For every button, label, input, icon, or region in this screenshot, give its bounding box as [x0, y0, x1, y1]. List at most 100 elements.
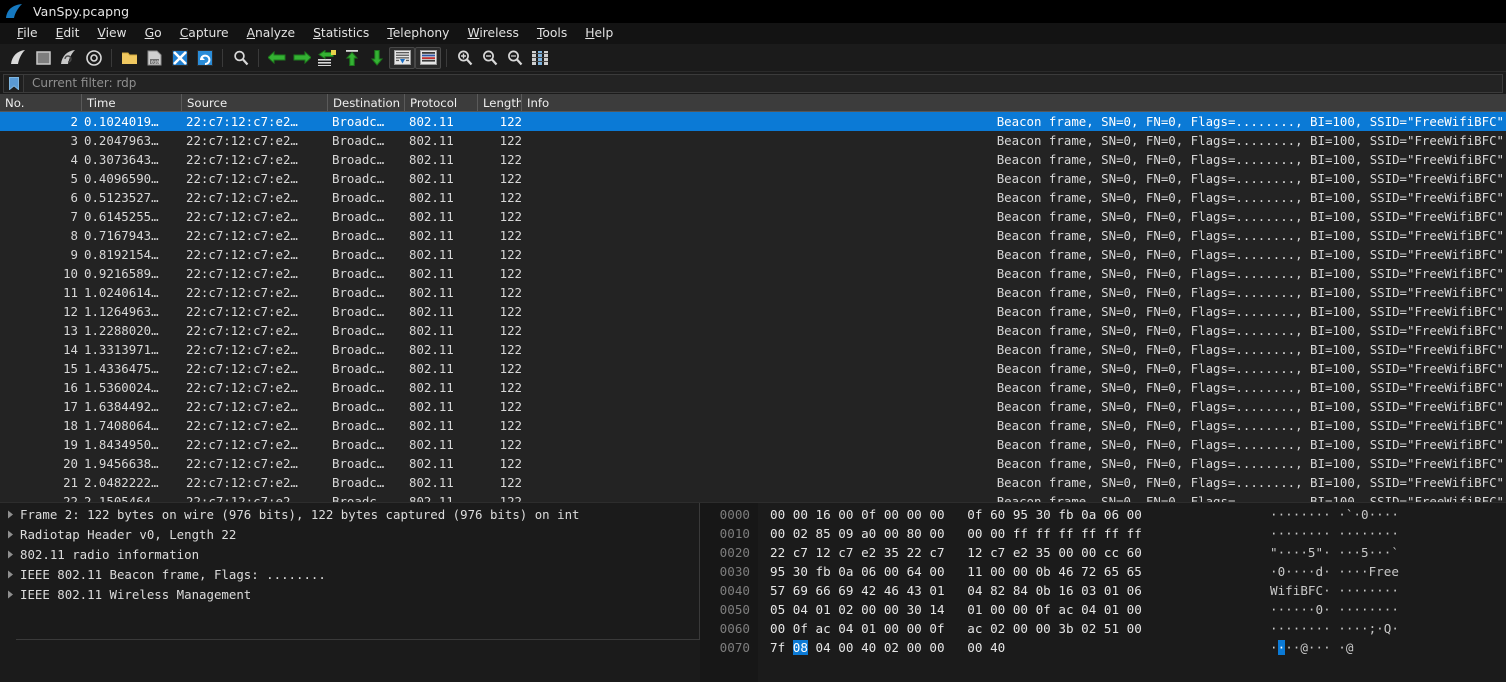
detail-tree-item[interactable]: IEEE 802.11 Wireless Management: [16, 584, 699, 604]
detail-tree-item[interactable]: 802.11 radio information: [16, 544, 699, 564]
table-row[interactable]: 22 2.1505464… 22:c7:12:c7:e2… Broadc… 802.11…: [0, 492, 1506, 502]
table-row[interactable]: 12 1.1264963… 22:c7:12:c7:e2… Broadc… 802.11…: [0, 302, 1506, 321]
column-header-time[interactable]: Time: [82, 94, 182, 111]
table-row[interactable]: 14 1.3313971… 22:c7:12:c7:e2… Broadc… 802.11…: [0, 340, 1506, 359]
go-forward-icon[interactable]: [289, 46, 314, 70]
packet-protocol-cell: 802.11: [409, 209, 454, 224]
go-back-icon[interactable]: [264, 46, 289, 70]
zoom-in-icon[interactable]: [452, 46, 477, 70]
hex-row[interactable]: 00 0f ac 04 01 00 00 0f ac 02 00 00 3b 0…: [758, 619, 1506, 638]
menu-analyze-label: nalyze: [255, 26, 296, 40]
packet-length-cell: 122: [499, 342, 522, 357]
column-header-no[interactable]: No.: [0, 94, 82, 111]
find-packet-icon[interactable]: [228, 46, 253, 70]
go-to-last-icon[interactable]: [364, 46, 389, 70]
hex-row[interactable]: 05 04 01 02 00 00 30 14 01 00 00 0f ac 0…: [758, 600, 1506, 619]
column-header-destination[interactable]: Destination: [328, 94, 405, 111]
zoom-out-icon[interactable]: [477, 46, 502, 70]
column-header-source[interactable]: Source: [182, 94, 328, 111]
packet-info-cell: Beacon frame, SN=0, FN=0, Flags=........…: [996, 456, 1504, 471]
menu-statistics[interactable]: Statistics: [304, 23, 378, 44]
column-header-protocol[interactable]: Protocol: [405, 94, 478, 111]
detail-tree-item[interactable]: Radiotap Header v0, Length 22: [16, 524, 699, 544]
hex-byte: 51: [1103, 621, 1120, 636]
hex-row[interactable]: 7f 08 04 00 40 02 00 00 00 40 ····@··· ·@: [758, 638, 1506, 657]
packet-destination-cell: Broadc…: [332, 361, 385, 376]
chevron-right-icon[interactable]: [4, 544, 16, 564]
packet-destination-cell: Broadc…: [332, 323, 385, 338]
hex-row[interactable]: 57 69 66 69 42 46 43 01 04 82 84 0b 16 0…: [758, 581, 1506, 600]
table-row[interactable]: 15 1.4336475… 22:c7:12:c7:e2… Broadc… 802.11…: [0, 359, 1506, 378]
open-file-icon[interactable]: [117, 46, 142, 70]
table-row[interactable]: 11 1.0240614… 22:c7:12:c7:e2… Broadc… 802.11…: [0, 283, 1506, 302]
detail-tree-item[interactable]: Frame 2: 122 bytes on wire (976 bits), 1…: [16, 504, 699, 524]
packet-time-cell: 1.4336475…: [84, 361, 159, 376]
table-row[interactable]: 13 1.2288020… 22:c7:12:c7:e2… Broadc… 802.11…: [0, 321, 1506, 340]
table-row[interactable]: 18 1.7408064… 22:c7:12:c7:e2… Broadc… 802.11…: [0, 416, 1506, 435]
table-row[interactable]: 9 0.8192154… 22:c7:12:c7:e2… Broadc… 802.11 1…: [0, 245, 1506, 264]
go-to-first-icon[interactable]: [339, 46, 364, 70]
colorize-icon[interactable]: [415, 46, 441, 69]
reload-file-icon[interactable]: [192, 46, 217, 70]
display-filter-input[interactable]: [23, 73, 1503, 93]
save-file-icon[interactable]: 010: [142, 46, 167, 70]
chevron-right-icon[interactable]: [4, 504, 16, 524]
menu-file[interactable]: File: [8, 23, 47, 44]
detail-tree-label: 802.11 radio information: [20, 546, 200, 562]
hex-byte: 00: [770, 507, 786, 522]
zoom-reset-icon[interactable]: [502, 46, 527, 70]
table-row[interactable]: 10 0.9216589… 22:c7:12:c7:e2… Broadc… 802.11…: [0, 264, 1506, 283]
auto-scroll-icon[interactable]: [389, 46, 415, 69]
menu-telephony[interactable]: Telephony: [378, 23, 458, 44]
menu-edit[interactable]: Edit: [47, 23, 89, 44]
hex-row[interactable]: 22 c7 12 c7 e2 35 22 c7 12 c7 e2 35 00 0…: [758, 543, 1506, 562]
table-row[interactable]: 17 1.6384492… 22:c7:12:c7:e2… Broadc… 802.11…: [0, 397, 1506, 416]
hex-row[interactable]: 00 02 85 09 a0 00 80 00 00 00 ff ff ff f…: [758, 524, 1506, 543]
menu-go-label: o: [154, 26, 162, 40]
capture-options-icon[interactable]: [81, 46, 106, 70]
chevron-right-icon[interactable]: [4, 584, 16, 604]
hex-offset-value: 0060: [719, 621, 750, 636]
detail-tree-item[interactable]: IEEE 802.11 Beacon frame, Flags: .......…: [16, 564, 699, 584]
chevron-right-icon[interactable]: [4, 564, 16, 584]
go-to-packet-icon[interactable]: [314, 46, 339, 70]
table-row[interactable]: 19 1.8434950… 22:c7:12:c7:e2… Broadc… 802.11…: [0, 435, 1506, 454]
close-file-icon[interactable]: [167, 46, 192, 70]
column-header-info[interactable]: Info: [522, 94, 1506, 111]
packet-detail-pane[interactable]: Frame 2: 122 bytes on wire (976 bits), 1…: [0, 502, 700, 682]
table-row[interactable]: 21 2.0482222… 22:c7:12:c7:e2… Broadc… 802.11…: [0, 473, 1506, 492]
table-row[interactable]: 6 0.5123527… 22:c7:12:c7:e2… Broadc… 802.11 1…: [0, 188, 1506, 207]
resize-columns-icon[interactable]: [527, 46, 552, 70]
menu-go[interactable]: Go: [136, 23, 171, 44]
bookmark-icon[interactable]: [3, 73, 23, 93]
start-capture-icon[interactable]: [6, 46, 31, 70]
menu-wireless-label: ireless: [479, 26, 519, 40]
menu-wireless[interactable]: Wireless: [458, 23, 527, 44]
menu-capture[interactable]: Capture: [171, 23, 238, 44]
chevron-right-icon[interactable]: [4, 524, 16, 544]
table-row[interactable]: 2 0.1024019… 22:c7:12:c7:e2… Broadc… 802.11 1…: [0, 112, 1506, 131]
hex-row[interactable]: 00 00 16 00 0f 00 00 00 0f 60 95 30 fb 0…: [758, 505, 1506, 524]
menu-tools[interactable]: Tools: [528, 23, 576, 44]
hex-offset: 0070: [700, 638, 758, 657]
restart-capture-icon[interactable]: [56, 46, 81, 70]
hex-row[interactable]: 95 30 fb 0a 06 00 64 00 11 00 00 0b 46 7…: [758, 562, 1506, 581]
table-row[interactable]: 4 0.3073643… 22:c7:12:c7:e2… Broadc… 802.11 1…: [0, 150, 1506, 169]
column-header-length[interactable]: Length: [478, 94, 522, 111]
table-row[interactable]: 16 1.5360024… 22:c7:12:c7:e2… Broadc… 802.11…: [0, 378, 1506, 397]
table-row[interactable]: 3 0.2047963… 22:c7:12:c7:e2… Broadc… 802.11 1…: [0, 131, 1506, 150]
menu-help[interactable]: Help: [576, 23, 622, 44]
menu-view[interactable]: View: [88, 23, 135, 44]
table-row[interactable]: 8 0.7167943… 22:c7:12:c7:e2… Broadc… 802.11 1…: [0, 226, 1506, 245]
hex-byte: 04: [792, 602, 808, 617]
table-row[interactable]: 7 0.6145255… 22:c7:12:c7:e2… Broadc… 802.11 1…: [0, 207, 1506, 226]
menu-analyze[interactable]: Analyze: [238, 23, 304, 44]
table-row[interactable]: 20 1.9456638… 22:c7:12:c7:e2… Broadc… 802.11…: [0, 454, 1506, 473]
hex-byte: ff: [1012, 526, 1028, 541]
packet-list[interactable]: No. Time Source Destination Protocol Len…: [0, 94, 1506, 502]
hex-byte: 0a: [1081, 507, 1097, 522]
stop-capture-icon[interactable]: [31, 46, 56, 70]
packet-bytes-pane[interactable]: 0000 0010 0020 0030 0040 0050 0060 0070 00 00 1…: [700, 502, 1506, 682]
detail-tree-label: Frame 2: 122 bytes on wire (976 bits), 1…: [20, 506, 580, 522]
table-row[interactable]: 5 0.4096590… 22:c7:12:c7:e2… Broadc… 802.11 1…: [0, 169, 1506, 188]
